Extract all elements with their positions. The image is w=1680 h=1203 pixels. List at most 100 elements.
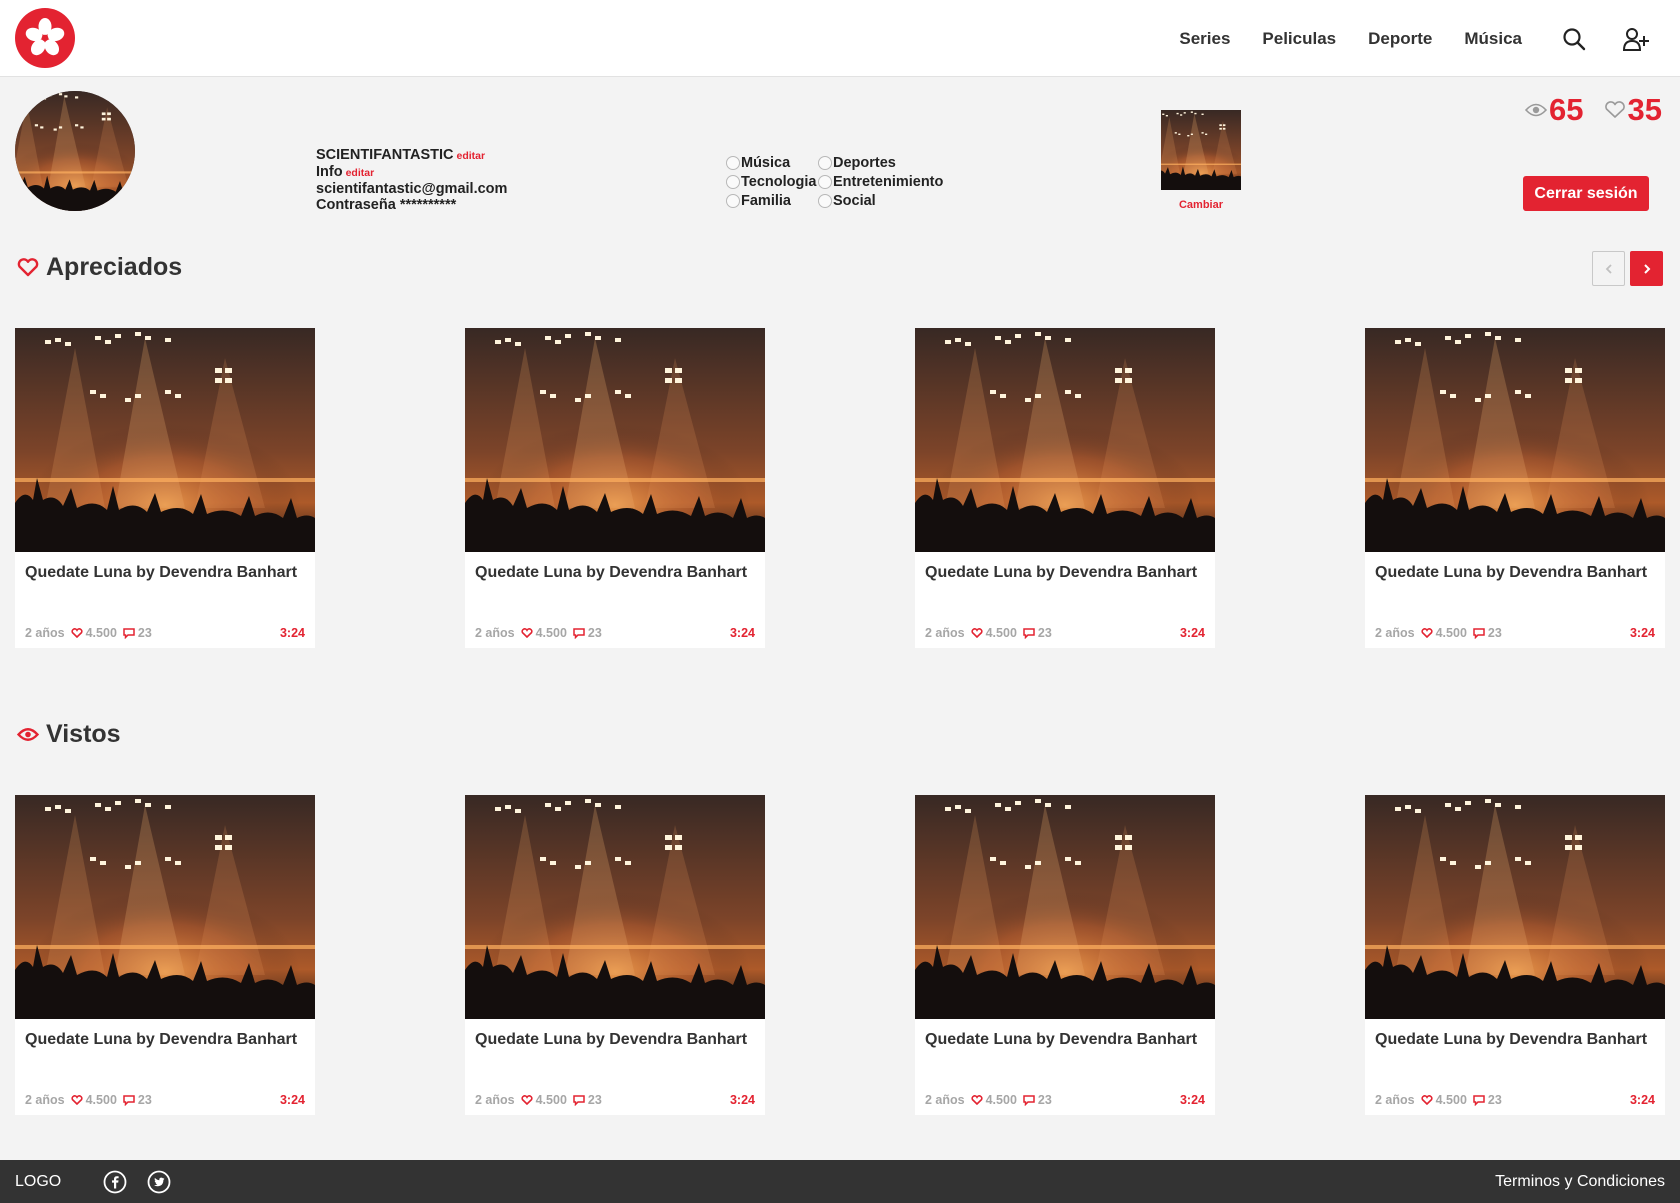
nav-item-series[interactable]: Series — [1179, 29, 1230, 49]
video-likes: 4.500 — [1435, 1093, 1467, 1107]
brand-logo[interactable] — [15, 8, 75, 68]
add-user-button[interactable] — [1622, 26, 1650, 52]
heart-icon — [17, 258, 39, 277]
info-label: Info — [316, 164, 343, 180]
video-meta: 2 años 4.500 23 — [475, 1093, 602, 1107]
video-age: 2 años — [1375, 626, 1415, 640]
video-comments: 23 — [1037, 1093, 1052, 1107]
video-thumbnail — [1365, 328, 1665, 552]
logout-button[interactable]: Cerrar sesión — [1523, 176, 1649, 211]
search-button[interactable] — [1562, 27, 1586, 51]
heart-icon — [521, 628, 533, 638]
video-card[interactable]: Quedate Luna by Devendra Banhart 2 años … — [465, 328, 765, 648]
video-age: 2 años — [475, 1093, 515, 1107]
radio-button[interactable] — [726, 194, 740, 208]
heart-icon — [71, 1095, 83, 1105]
video-age: 2 años — [475, 626, 515, 640]
video-card[interactable]: Quedate Luna by Devendra Banhart 2 años … — [465, 795, 765, 1115]
add-user-icon — [1622, 27, 1649, 51]
video-meta: 2 años 4.500 23 — [1375, 1093, 1502, 1107]
footer-logo[interactable]: LOGO — [15, 1173, 61, 1191]
video-likes: 4.500 — [535, 1093, 567, 1107]
heart-icon — [971, 628, 983, 638]
username-edit-link[interactable]: editar — [456, 150, 485, 162]
heart-icon — [521, 1095, 533, 1105]
interest-social[interactable]: Social — [818, 193, 958, 209]
video-title: Quedate Luna by Devendra Banhart — [1375, 564, 1648, 581]
profile-info: SCIENTIFANTASTIC editar Info editar scient… — [316, 147, 507, 213]
video-card[interactable]: Quedate Luna by Devendra Banhart 2 años … — [15, 328, 315, 648]
comment-icon — [1023, 627, 1035, 639]
main-nav: Series Peliculas Deporte Música — [1179, 0, 1680, 77]
video-thumbnail — [15, 328, 315, 552]
video-comments: 23 — [587, 626, 602, 640]
footer: LOGO Terminos y Condiciones — [0, 1160, 1680, 1203]
video-duration: 3:24 — [279, 1093, 305, 1107]
carousel-next-button[interactable] — [1630, 251, 1663, 286]
video-likes: 4.500 — [535, 626, 567, 640]
nav-item-deporte[interactable]: Deporte — [1368, 29, 1432, 49]
video-title: Quedate Luna by Devendra Banhart — [1375, 1031, 1648, 1048]
nav-item-musica[interactable]: Música — [1464, 29, 1522, 49]
video-duration: 3:24 — [279, 626, 305, 640]
interest-musica[interactable]: Música — [726, 155, 818, 171]
likes-count: 35 — [1627, 92, 1662, 127]
heart-icon — [71, 628, 83, 638]
video-meta: 2 años 4.500 23 — [25, 1093, 152, 1107]
video-duration: 3:24 — [1179, 1093, 1205, 1107]
radio-button[interactable] — [818, 156, 832, 170]
radio-button[interactable] — [726, 156, 740, 170]
terms-link[interactable]: Terminos y Condiciones — [1495, 1173, 1665, 1191]
video-duration: 3:24 — [1629, 1093, 1655, 1107]
interest-familia[interactable]: Familia — [726, 193, 818, 209]
video-meta: 2 años 4.500 23 — [1375, 626, 1502, 640]
cover-thumbnail — [1161, 110, 1241, 190]
comment-icon — [1473, 627, 1485, 639]
carousel-prev-button[interactable] — [1592, 251, 1625, 286]
video-likes: 4.500 — [1435, 626, 1467, 640]
video-comments: 23 — [1487, 1093, 1502, 1107]
comment-icon — [573, 1094, 585, 1106]
facebook-link[interactable] — [103, 1170, 127, 1194]
video-title: Quedate Luna by Devendra Banhart — [925, 564, 1198, 581]
video-card[interactable]: Quedate Luna by Devendra Banhart 2 años … — [915, 795, 1215, 1115]
video-thumbnail — [915, 328, 1215, 552]
interest-entretenimiento[interactable]: Entretenimiento — [818, 174, 958, 190]
video-comments: 23 — [587, 1093, 602, 1107]
video-card[interactable]: Quedate Luna by Devendra Banhart 2 años … — [1365, 328, 1665, 648]
interests-group: Música Deportes Tecnologia Entretenimien… — [726, 155, 958, 209]
radio-button[interactable] — [818, 175, 832, 189]
info-edit-link[interactable]: editar — [346, 167, 375, 179]
video-comments: 23 — [1487, 626, 1502, 640]
interest-deportes[interactable]: Deportes — [818, 155, 958, 171]
video-meta: 2 años 4.500 23 — [475, 626, 602, 640]
video-duration: 3:24 — [1629, 626, 1655, 640]
video-title: Quedate Luna by Devendra Banhart — [475, 564, 748, 581]
asterisk-flower-icon — [25, 18, 65, 56]
comment-icon — [1473, 1094, 1485, 1106]
radio-button[interactable] — [818, 194, 832, 208]
change-cover-link[interactable]: Cambiar — [1161, 199, 1241, 211]
video-duration: 3:24 — [1179, 626, 1205, 640]
video-card[interactable]: Quedate Luna by Devendra Banhart 2 años … — [1365, 795, 1665, 1115]
video-duration: 3:24 — [729, 1093, 755, 1107]
twitter-icon — [147, 1170, 171, 1194]
section-title-seen: Vistos — [17, 720, 121, 749]
comment-icon — [573, 627, 585, 639]
interest-tecnologia[interactable]: Tecnologia — [726, 174, 818, 190]
likes-stat: 35 — [1604, 92, 1662, 128]
nav-item-peliculas[interactable]: Peliculas — [1262, 29, 1336, 49]
radio-button[interactable] — [726, 175, 740, 189]
video-meta: 2 años 4.500 23 — [925, 626, 1052, 640]
video-card[interactable]: Quedate Luna by Devendra Banhart 2 años … — [15, 795, 315, 1115]
profile-stats: 65 35 — [1505, 92, 1662, 128]
video-comments: 23 — [137, 1093, 152, 1107]
video-age: 2 años — [25, 1093, 65, 1107]
avatar-image — [15, 91, 135, 211]
comment-icon — [123, 1094, 135, 1106]
video-card[interactable]: Quedate Luna by Devendra Banhart 2 años … — [915, 328, 1215, 648]
chevron-left-icon — [1605, 263, 1612, 274]
video-title: Quedate Luna by Devendra Banhart — [925, 1031, 1198, 1048]
chevron-right-icon — [1643, 263, 1650, 274]
twitter-link[interactable] — [147, 1170, 171, 1194]
